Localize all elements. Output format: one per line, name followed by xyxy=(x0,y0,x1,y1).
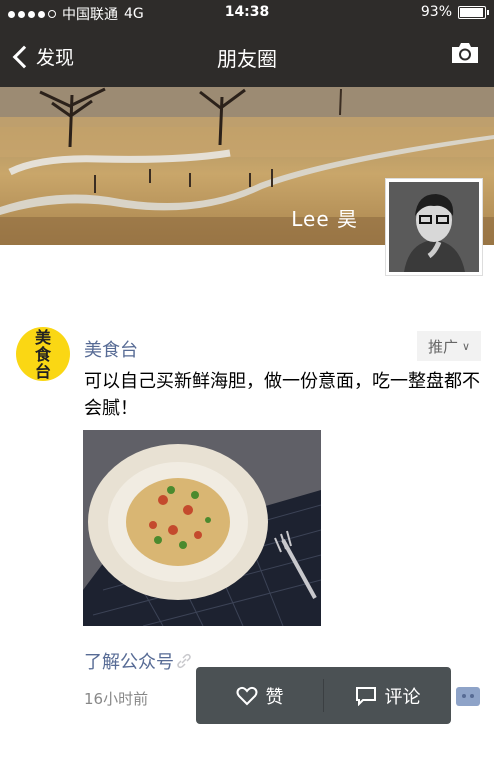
battery-icon xyxy=(458,5,489,19)
chevron-down-icon: ∨ xyxy=(461,339,471,353)
post-timestamp: 16小时前 xyxy=(84,690,149,708)
follow-account-link[interactable]: 了解公众号 xyxy=(84,648,192,674)
post-text: 可以自己买新鲜海胆，做一份意面，吃一整盘都不会腻！ xyxy=(84,371,480,419)
promo-dropdown[interactable]: 推广 ∨ xyxy=(417,331,481,361)
link-label: 了解公众号 xyxy=(84,652,174,673)
page-title: 朋友圈 xyxy=(217,47,277,71)
link-icon xyxy=(177,653,191,669)
post-account-name[interactable]: 美食台 xyxy=(84,336,138,362)
profile-username[interactable]: Lee 昊 xyxy=(291,203,358,232)
status-right: 93% xyxy=(420,4,489,20)
battery-percent: 93% xyxy=(420,4,452,20)
post-photo[interactable] xyxy=(83,430,321,626)
like-button[interactable]: 赞 xyxy=(196,667,323,724)
profile-avatar[interactable] xyxy=(385,178,483,276)
more-actions-icon[interactable] xyxy=(456,687,480,706)
action-popup: 赞 评论 xyxy=(196,667,451,724)
comment-label: 评论 xyxy=(384,686,421,708)
promo-label: 推广 xyxy=(427,337,458,356)
navigation-bar: 发现 朋友圈 xyxy=(0,34,494,78)
pasta-dish-image xyxy=(83,430,321,626)
camera-icon[interactable] xyxy=(450,42,480,64)
person-portrait-image xyxy=(389,182,479,272)
top-bar: 中国联通 4G 14:38 93% 发现 朋友圈 xyxy=(0,0,494,87)
post-avatar[interactable]: 美食台 xyxy=(16,327,70,381)
status-bar: 中国联通 4G 14:38 93% xyxy=(0,0,494,24)
comment-icon xyxy=(355,686,376,706)
heart-icon xyxy=(236,686,257,705)
comment-button[interactable]: 评论 xyxy=(324,667,451,724)
post-avatar-text: 美食台 xyxy=(34,327,51,381)
like-label: 赞 xyxy=(265,686,284,708)
